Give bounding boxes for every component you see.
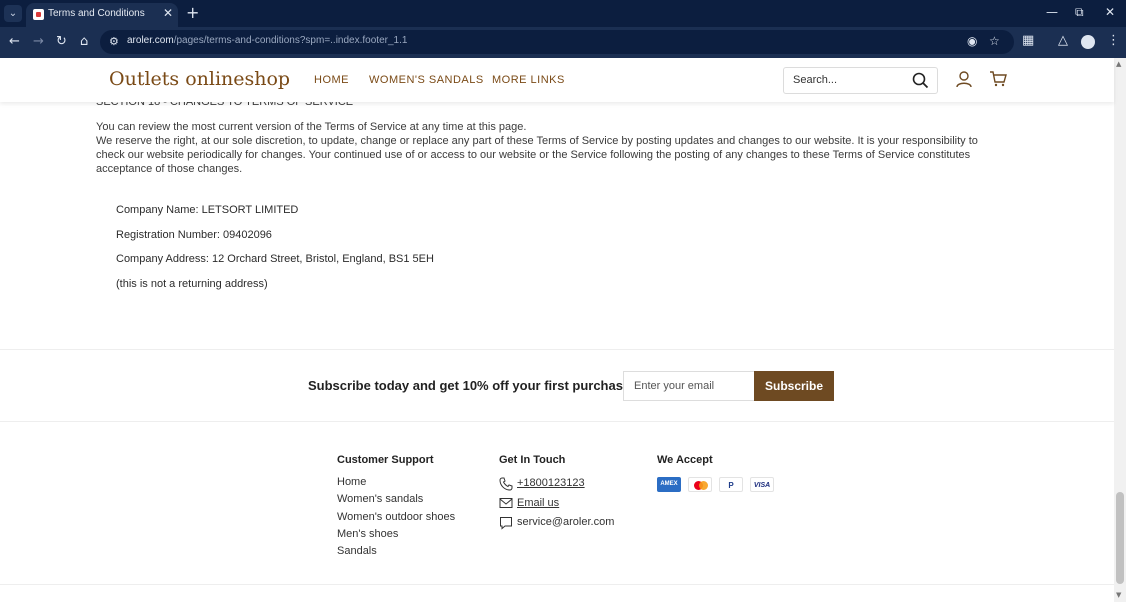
- menu-kebab-icon[interactable]: ⋮: [1107, 33, 1120, 48]
- divider: [0, 584, 1114, 585]
- footer-link-sandals[interactable]: Sandals: [337, 545, 377, 557]
- new-tab-icon[interactable]: +: [186, 3, 199, 22]
- subscribe-headline: Subscribe today and get 10% off your fir…: [308, 378, 631, 393]
- terms-content: You can review the most current version …: [96, 120, 1006, 176]
- browser-toolbar: ← → ↻ ⌂ ⚙ aroler.com/pages/terms-and-con…: [0, 27, 1126, 58]
- site-logo[interactable]: Outlets onlineshop: [109, 68, 290, 90]
- email-address-text[interactable]: service@aroler.com: [517, 516, 614, 528]
- cart-icon[interactable]: [989, 71, 1007, 87]
- back-icon[interactable]: ←: [9, 34, 20, 49]
- company-address: Company Address: 12 Orchard Street, Bris…: [116, 253, 434, 265]
- email-us-link[interactable]: Email us: [517, 497, 559, 509]
- footer-heading-get-in-touch: Get In Touch: [499, 454, 566, 466]
- company-name: Company Name: LETSORT LIMITED: [116, 204, 299, 216]
- close-window-icon[interactable]: ✕: [1105, 5, 1115, 19]
- reload-icon[interactable]: ↻: [56, 34, 67, 49]
- extensions-icon[interactable]: ▦: [1022, 33, 1034, 48]
- visa-icon: VISA: [750, 477, 774, 492]
- footer-link-mens-shoes[interactable]: Men's shoes: [337, 528, 398, 540]
- home-icon[interactable]: ⌂: [80, 34, 88, 49]
- terms-paragraph: We reserve the right, at our sole discre…: [96, 135, 978, 175]
- footer-link-womens-outdoor-shoes[interactable]: Women's outdoor shoes: [337, 511, 455, 523]
- phone-number-link[interactable]: +1800123123: [517, 477, 585, 489]
- phone-icon: [499, 477, 513, 491]
- divider: [0, 421, 1114, 422]
- restore-icon[interactable]: ⧉: [1075, 5, 1084, 20]
- scroll-up-icon[interactable]: ▲: [1116, 60, 1121, 68]
- registration-number: Registration Number: 09402096: [116, 229, 272, 241]
- search-box: [783, 67, 938, 94]
- forward-icon[interactable]: →: [33, 34, 44, 49]
- tab-close-icon[interactable]: ✕: [163, 6, 173, 20]
- email-input[interactable]: [623, 371, 755, 401]
- user-icon[interactable]: [955, 70, 973, 88]
- mail-icon: [499, 498, 513, 508]
- paypal-icon: P: [719, 477, 743, 492]
- footer-heading-we-accept: We Accept: [657, 454, 713, 466]
- nav-more-links[interactable]: MORE LINKS: [492, 74, 565, 86]
- url-text[interactable]: aroler.com/pages/terms-and-conditions?sp…: [127, 35, 407, 46]
- address-note: (this is not a returning address): [116, 278, 268, 290]
- bookmark-star-icon[interactable]: ☆: [989, 34, 1000, 48]
- amex-icon: AMEX: [657, 477, 681, 492]
- divider: [0, 349, 1114, 350]
- tab-search-button[interactable]: ⌄: [4, 5, 22, 22]
- tab-favicon-icon: [33, 9, 44, 20]
- nav-home[interactable]: HOME: [314, 74, 349, 86]
- search-input[interactable]: [793, 74, 903, 86]
- profile-avatar[interactable]: [1081, 35, 1095, 49]
- tab-title: Terms and Conditions: [48, 8, 145, 19]
- scrollbar-thumb[interactable]: [1116, 492, 1124, 584]
- site-header: Outlets onlineshop HOME WOMEN'S SANDALS …: [0, 58, 1114, 102]
- site-info-icon[interactable]: ⚙: [109, 35, 119, 48]
- labs-icon[interactable]: △: [1058, 33, 1068, 48]
- footer-link-home[interactable]: Home: [337, 476, 366, 488]
- subscribe-button[interactable]: Subscribe: [754, 371, 834, 401]
- footer-heading-customer-support: Customer Support: [337, 454, 434, 466]
- browser-tab-active[interactable]: Terms and Conditions ✕: [26, 3, 178, 27]
- minimize-icon[interactable]: —: [1046, 5, 1058, 19]
- search-icon[interactable]: [912, 72, 929, 89]
- browser-tab-strip: ⌄ Terms and Conditions ✕ + — ⧉ ✕: [0, 0, 1126, 27]
- address-bar[interactable]: ⚙ aroler.com/pages/terms-and-conditions?…: [100, 30, 1014, 54]
- scroll-down-icon[interactable]: ▼: [1116, 591, 1121, 599]
- mastercard-icon: [688, 477, 712, 492]
- nav-womens-sandals[interactable]: WOMEN'S SANDALS: [369, 74, 484, 86]
- eye-off-icon[interactable]: ◉: [967, 34, 977, 48]
- chat-icon: [500, 517, 512, 530]
- footer-link-womens-sandals[interactable]: Women's sandals: [337, 493, 423, 505]
- terms-paragraph: You can review the most current version …: [96, 121, 527, 133]
- page-viewport: Outlets onlineshop HOME WOMEN'S SANDALS …: [0, 58, 1126, 602]
